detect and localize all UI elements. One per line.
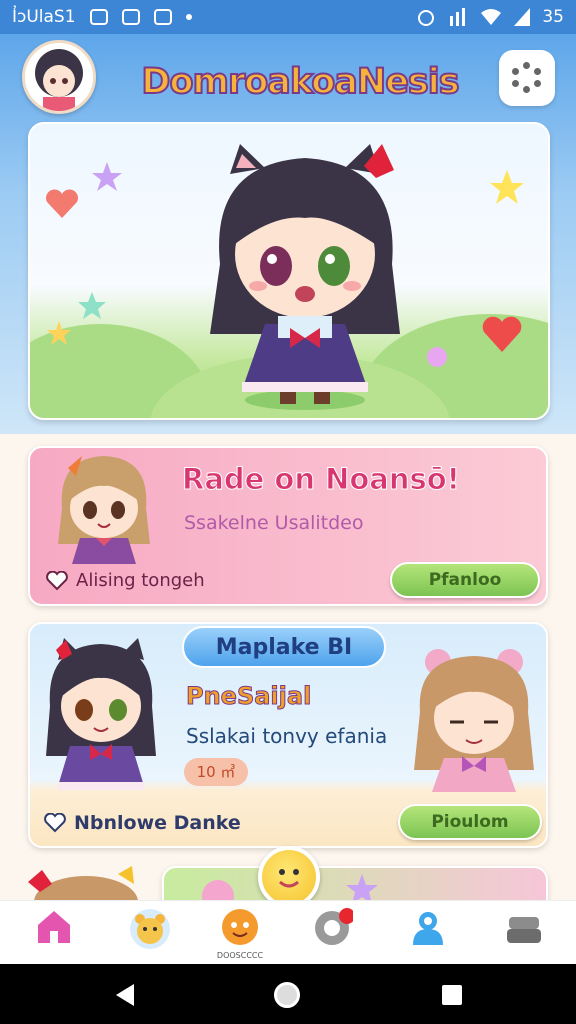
tab-face[interactable]: DOOSCCCC [210, 907, 270, 961]
play-button[interactable]: Pfanloo [390, 562, 540, 598]
tab-storage[interactable] [494, 907, 554, 961]
card-subtitle: Sslakai tonvy efania [186, 724, 388, 748]
heart-icon [46, 189, 78, 218]
tab-profile[interactable] [398, 907, 458, 961]
event-card[interactable]: Rade on Noansō! Ssakelne Usalitdeo Alisi… [28, 446, 548, 606]
status-left-text: I҆ɔUlaS1 [12, 7, 76, 27]
alarm-icon [418, 10, 435, 26]
favorite-label: Nbnlowe Danke [74, 812, 241, 834]
bear-icon [130, 909, 170, 949]
menu-dot-icon [512, 80, 519, 87]
heart-outline-icon [44, 813, 66, 833]
dot-icon [185, 14, 192, 20]
event-card[interactable]: Maplake BI PneSaijal Sslakai tonvy efani… [28, 622, 548, 848]
star-icon [92, 162, 122, 191]
tab-home[interactable] [24, 907, 84, 961]
message-icon [121, 9, 140, 25]
tab-friends[interactable] [120, 907, 180, 961]
card-character-image [28, 866, 138, 902]
card-character-image [414, 649, 534, 792]
menu-button[interactable] [499, 50, 555, 106]
hero-banner[interactable] [28, 122, 550, 420]
box-icon [507, 917, 541, 943]
menu-dot-icon [523, 86, 530, 93]
card-character-image [46, 638, 156, 790]
favorite-row[interactable]: Nbnlowe Danke [44, 812, 241, 834]
tab-settings[interactable] [302, 907, 362, 961]
star-icon [78, 292, 106, 319]
battery-level: 35 [542, 7, 564, 27]
star-icon [47, 321, 71, 345]
favorite-label: Alising tongeh [76, 570, 205, 591]
card-badge: Maplake BI [182, 626, 386, 668]
play-button[interactable]: Pioulom [398, 804, 542, 840]
gallery-icon [153, 9, 172, 25]
menu-dot-icon [534, 68, 541, 75]
system-nav-bar [0, 964, 576, 1024]
header: DomroakoaNesis [0, 34, 576, 434]
back-icon[interactable] [116, 984, 134, 1006]
cell-signal-icon [514, 8, 531, 26]
card-character-image [58, 456, 150, 564]
mascot-fab-button[interactable] [258, 846, 320, 908]
avatar-character-icon [35, 49, 83, 111]
home-icon [38, 911, 70, 943]
recent-apps-icon[interactable] [442, 985, 462, 1005]
gear-icon [315, 908, 353, 945]
smiley-icon [279, 869, 299, 888]
heart-icon [482, 316, 522, 352]
signal-bars-icon [450, 8, 466, 26]
favorite-row[interactable]: Alising tongeh [46, 570, 205, 591]
tab-label: DOOSCCCC [216, 951, 264, 960]
person-icon [413, 912, 443, 945]
status-bar: I҆ɔUlaS1 35 [0, 0, 576, 34]
card-chip: 10 ㎥ [184, 758, 248, 786]
home-circle-icon[interactable] [274, 982, 300, 1008]
avatar[interactable] [22, 40, 96, 114]
face-icon [222, 909, 258, 945]
card-title: PneSaijal [185, 682, 312, 711]
menu-dot-icon [534, 80, 541, 87]
app-title: DomroakoaNesis [140, 61, 460, 103]
bottom-tab-bar: DOOSCCCC [0, 900, 576, 964]
notification-icon [89, 9, 108, 25]
star-icon [490, 170, 524, 204]
wifi-icon [481, 9, 502, 25]
menu-dot-icon [523, 62, 530, 69]
card-title: Rade on Noansō! [182, 462, 461, 497]
heart-outline-icon [46, 570, 68, 590]
menu-dot-icon [512, 68, 519, 75]
hero-character-image [210, 144, 400, 410]
card-subtitle: Ssakelne Usalitdeo [184, 512, 364, 534]
